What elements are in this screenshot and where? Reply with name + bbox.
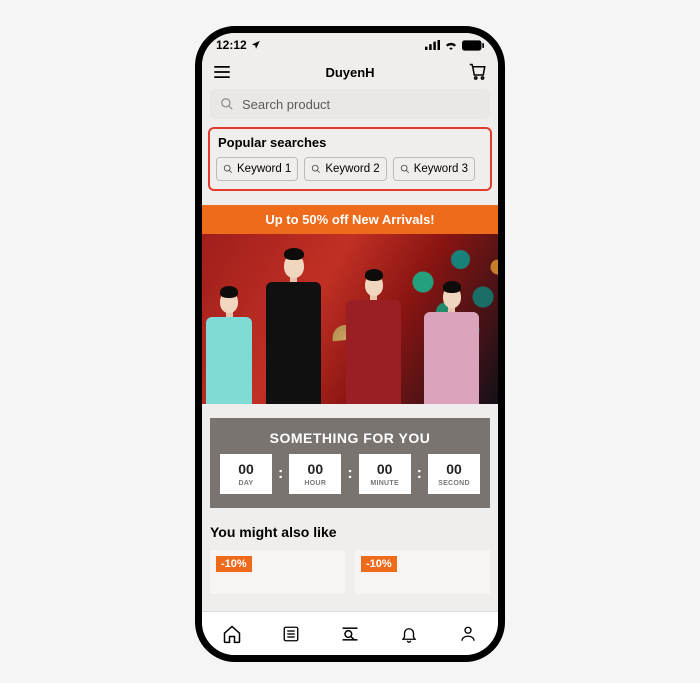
app-header: DuyenH (202, 57, 498, 87)
countdown-hour: 00 HOUR (289, 454, 341, 494)
search-icon (223, 164, 233, 174)
countdown-title: SOMETHING FOR YOU (220, 430, 480, 446)
countdown-label: HOUR (304, 480, 326, 487)
tab-account[interactable] (456, 622, 480, 646)
also-like-section: You might also like -10% -10% (210, 524, 490, 594)
location-icon (251, 40, 261, 50)
countdown-value: 00 (446, 462, 462, 476)
popular-searches-title: Popular searches (216, 135, 484, 150)
popular-keyword-chip[interactable]: Keyword 2 (304, 157, 386, 181)
bell-icon (400, 624, 418, 644)
product-card[interactable]: -10% (355, 550, 490, 594)
hamburger-icon (214, 66, 230, 78)
tab-list[interactable] (279, 622, 303, 646)
promo-text: Up to 50% off New Arrivals! (265, 212, 434, 227)
tab-notifications[interactable] (397, 622, 421, 646)
popular-keyword-chip[interactable]: Keyword 1 (216, 157, 298, 181)
discount-badge: -10% (361, 556, 397, 572)
cart-button[interactable] (468, 63, 488, 81)
content-scroll[interactable]: Popular searches Keyword 1 Keyword 2 Key… (202, 87, 498, 611)
battery-icon (462, 40, 484, 51)
popular-searches: Popular searches Keyword 1 Keyword 2 Key… (208, 127, 492, 191)
chip-label: Keyword 1 (237, 163, 291, 175)
search-icon (311, 164, 321, 174)
search-icon (400, 164, 410, 174)
signal-icon (425, 40, 440, 50)
discount-badge: -10% (216, 556, 252, 572)
search-input[interactable] (242, 97, 480, 112)
tab-home[interactable] (220, 622, 244, 646)
status-time: 12:12 (216, 38, 247, 52)
tab-bar (202, 611, 498, 655)
countdown-minute: 00 MINUTE (359, 454, 411, 494)
chip-label: Keyword 2 (325, 163, 379, 175)
search-icon (220, 97, 234, 111)
hero-image[interactable] (202, 234, 498, 404)
home-icon (222, 624, 242, 644)
countdown-label: DAY (238, 480, 253, 487)
chip-label: Keyword 3 (414, 163, 468, 175)
list-icon (282, 625, 300, 643)
also-like-title: You might also like (210, 524, 490, 540)
countdown-section: SOMETHING FOR YOU 00 DAY : 00 HOUR : 00 … (210, 418, 490, 508)
popular-keyword-chip[interactable]: Keyword 3 (393, 157, 475, 181)
countdown-label: SECOND (438, 480, 470, 487)
status-bar: 12:12 (202, 33, 498, 57)
countdown-separator: : (347, 465, 352, 483)
tab-discover[interactable] (338, 622, 362, 646)
countdown-separator: : (417, 465, 422, 483)
app-title: DuyenH (325, 65, 374, 80)
countdown-separator: : (278, 465, 283, 483)
search-box[interactable] (210, 89, 490, 119)
user-icon (459, 624, 477, 644)
product-card[interactable]: -10% (210, 550, 345, 594)
promo-banner[interactable]: Up to 50% off New Arrivals! (202, 205, 498, 234)
countdown-value: 00 (238, 462, 254, 476)
discover-icon (340, 624, 360, 644)
countdown-second: 00 SECOND (428, 454, 480, 494)
countdown-day: 00 DAY (220, 454, 272, 494)
countdown-value: 00 (377, 462, 393, 476)
menu-button[interactable] (212, 66, 232, 78)
countdown-value: 00 (308, 462, 324, 476)
cart-icon (469, 63, 487, 81)
phone-frame: 12:12 DuyenH Popular searches (195, 26, 505, 662)
wifi-icon (444, 40, 458, 50)
countdown-label: MINUTE (370, 480, 399, 487)
